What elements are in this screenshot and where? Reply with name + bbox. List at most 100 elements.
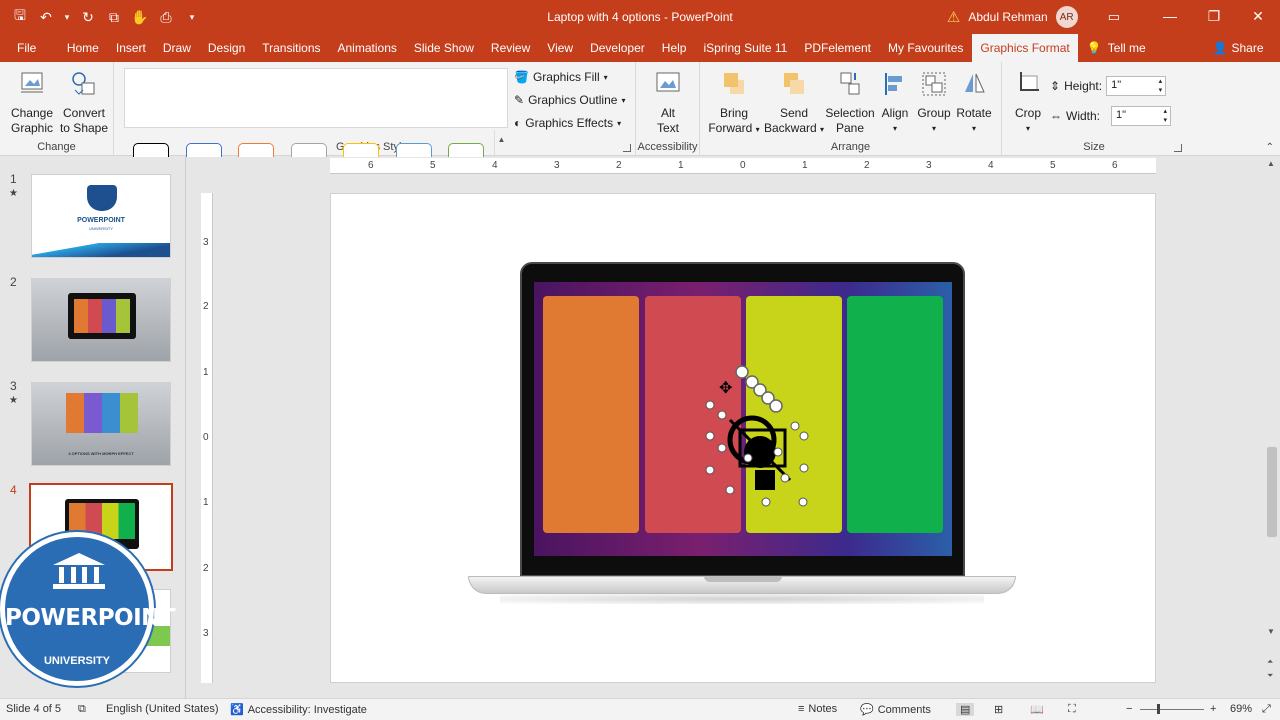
next-slide-icon[interactable]: ⏷: [1267, 671, 1273, 681]
tab-pdfelement[interactable]: PDFelement: [796, 34, 880, 62]
selection-pane-button[interactable]: Selection Pane: [824, 70, 876, 136]
height-icon: ⇕: [1050, 79, 1061, 93]
zoom-out-icon[interactable]: −: [1126, 703, 1132, 715]
spell-check-icon[interactable]: ⧉: [78, 703, 86, 716]
tab-file[interactable]: File: [0, 34, 58, 62]
ribbon-display-options-icon[interactable]: ▭: [1108, 9, 1120, 25]
title-bar: 🖫 ↶ ▾ ↻ ⧉ ✋ ⎙ ▾ Laptop with 4 options - …: [0, 0, 1280, 34]
chevron-down-icon: ▾: [621, 95, 626, 105]
change-graphic-button[interactable]: Change Graphic: [6, 70, 58, 136]
graphics-outline-button[interactable]: ✎ Graphics Outline ▾: [514, 93, 625, 107]
zoom-level[interactable]: 69%: [1230, 703, 1252, 715]
rotate-button[interactable]: Rotate ▾: [954, 70, 994, 136]
tab-animations[interactable]: Animations: [329, 34, 405, 62]
accessibility-status[interactable]: ♿ Accessibility: Investigate: [230, 703, 367, 717]
slide-indicator[interactable]: Slide 4 of 5: [6, 703, 61, 715]
user-name[interactable]: Abdul Rehman: [968, 10, 1047, 24]
slide-thumbnail-3[interactable]: 4 OPTIONS WITH MORPH EFFECT: [31, 382, 171, 466]
styles-launcher-icon[interactable]: [623, 144, 631, 152]
avatar[interactable]: AR: [1055, 6, 1078, 28]
window-controls: — ❐ ✕: [1148, 0, 1280, 32]
group-accessibility-label: Accessibility: [637, 141, 698, 153]
group-arrange: Bring Forward ▾ Send Backward ▾ Selectio…: [700, 62, 1002, 156]
width-label: Width:: [1066, 109, 1101, 123]
graphics-effects-button[interactable]: ◐ Graphics Effects ▾: [514, 116, 621, 130]
vertical-scrollbar[interactable]: ▲ ▼ ⏶ ⏷: [1264, 157, 1280, 698]
maximize-icon[interactable]: ❐: [1192, 0, 1236, 32]
rotation-handles[interactable]: [735, 365, 783, 413]
language-indicator[interactable]: English (United States): [106, 703, 219, 715]
effects-icon: ◐: [514, 116, 522, 130]
zoom-slider-knob[interactable]: [1157, 704, 1160, 714]
send-backward-button[interactable]: Send Backward ▾: [762, 70, 826, 137]
scroll-up-icon[interactable]: ▲: [1267, 159, 1275, 168]
slideshow-view-icon[interactable]: ⛶: [1068, 703, 1076, 716]
option-panel-4[interactable]: [847, 296, 943, 533]
align-icon: [885, 73, 902, 95]
gallery-up-icon[interactable]: ▲: [495, 130, 508, 150]
zoom-in-icon[interactable]: +: [1210, 703, 1216, 715]
slide-thumbnail-2[interactable]: [31, 278, 171, 362]
comments-label: Comments: [877, 703, 931, 716]
alt-text-icon: [656, 72, 680, 92]
align-button[interactable]: Align ▾: [876, 70, 914, 136]
chevron-down-icon: ▾: [603, 72, 608, 82]
thumb2-bars: [74, 299, 130, 333]
tab-review[interactable]: Review: [482, 34, 538, 62]
tab-insert[interactable]: Insert: [107, 34, 154, 62]
bring-forward-button[interactable]: Bring Forward ▾: [706, 70, 762, 137]
scroll-thumb[interactable]: [1267, 447, 1277, 537]
slide-thumbnail-1[interactable]: POWERPOINT UNIVERSITY: [31, 174, 171, 258]
crop-button[interactable]: Crop ▾: [1010, 70, 1046, 136]
height-input[interactable]: 1" ▴ ▾: [1106, 76, 1167, 96]
share-button[interactable]: 👤 Share: [1204, 34, 1272, 62]
zoom-slider[interactable]: [1140, 709, 1204, 710]
width-row: ⇔ Width: 1" ▴ ▾: [1050, 106, 1172, 126]
logo-sub: UNIVERSITY: [43, 655, 110, 667]
size-launcher-icon[interactable]: [1174, 144, 1182, 152]
notes-button[interactable]: ≡ Notes: [798, 703, 837, 715]
comment-icon: 💬: [860, 704, 874, 716]
graphics-fill-button[interactable]: 🪣 Graphics Fill ▾: [514, 70, 608, 84]
group-icon: [922, 72, 946, 96]
tab-my-favourites[interactable]: My Favourites: [880, 34, 972, 62]
alt-text-label-1: Alt: [660, 106, 675, 120]
tab-view[interactable]: View: [539, 34, 582, 62]
normal-view-icon[interactable]: ▤: [956, 703, 975, 716]
group-arrange-label: Arrange: [830, 141, 871, 153]
width-spinner-icon[interactable]: ▴ ▾: [1164, 107, 1168, 125]
tab-design[interactable]: Design: [199, 34, 253, 62]
collapse-ribbon-icon[interactable]: ⌃: [1266, 142, 1274, 153]
tab-transitions[interactable]: Transitions: [254, 34, 329, 62]
alt-text-button[interactable]: Alt Text: [644, 70, 692, 136]
tab-developer[interactable]: Developer: [582, 34, 654, 62]
minimize-icon[interactable]: —: [1148, 0, 1192, 32]
close-icon[interactable]: ✕: [1236, 0, 1280, 32]
tab-draw[interactable]: Draw: [154, 34, 199, 62]
move-cursor-icon: ✥: [719, 380, 733, 397]
animation-star-icon: ★: [9, 188, 18, 199]
convert-label-1: Convert: [62, 106, 106, 120]
selected-icon-group[interactable]: [700, 360, 820, 510]
tab-home[interactable]: Home: [58, 34, 107, 62]
fit-to-window-icon[interactable]: ⤢: [1262, 703, 1271, 716]
previous-slide-icon[interactable]: ⏶: [1267, 657, 1273, 667]
option-panel-1[interactable]: [543, 296, 639, 533]
tab-slide-show[interactable]: Slide Show: [405, 34, 482, 62]
slide-sorter-icon[interactable]: ⊞: [994, 703, 1003, 716]
scroll-down-icon[interactable]: ▼: [1267, 627, 1275, 636]
tab-tell-me[interactable]: 💡 Tell me: [1078, 34, 1154, 62]
warning-icon[interactable]: ⚠: [947, 8, 960, 26]
tab-help[interactable]: Help: [653, 34, 695, 62]
width-input[interactable]: 1" ▴ ▾: [1111, 106, 1172, 126]
tab-graphics-format[interactable]: Graphics Format: [971, 34, 1079, 62]
convert-to-shape-button[interactable]: Convert to Shape: [58, 70, 110, 136]
comments-button[interactable]: 💬 Comments: [860, 703, 931, 717]
person-icon: 👤: [1212, 41, 1228, 55]
height-spinner-icon[interactable]: ▴ ▾: [1159, 77, 1163, 95]
horizontal-ruler[interactable]: 6 5 4 3 2 1 0 1 2 3 4 5 6: [330, 158, 1156, 174]
group-button[interactable]: Group ▾: [914, 70, 954, 136]
reading-view-icon[interactable]: 📖: [1030, 703, 1044, 716]
tab-ispring[interactable]: iSpring Suite 11: [695, 34, 796, 62]
vertical-ruler[interactable]: 3 2 1 0 1 2 3: [201, 193, 213, 683]
